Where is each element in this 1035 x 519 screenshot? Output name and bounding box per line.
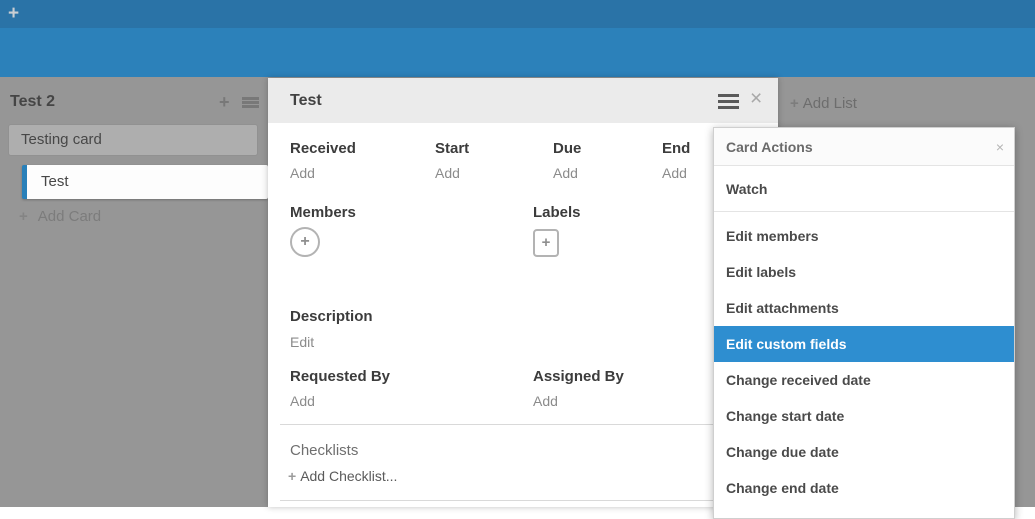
field-received: Received Add [290, 140, 356, 181]
field-label: End [662, 140, 690, 157]
add-checklist-label: Add Checklist... [300, 468, 397, 484]
menu-item-change-received-date[interactable]: Change received date [714, 362, 1014, 398]
field-end: End Add [662, 140, 690, 181]
field-add-link[interactable]: Add [553, 165, 581, 181]
menu-item-edit-attachments[interactable]: Edit attachments [714, 290, 1014, 326]
close-icon[interactable]: × [750, 87, 762, 111]
menu-item-change-start-date[interactable]: Change start date [714, 398, 1014, 434]
card-actions-popup: Card Actions × Watch Edit members Edit l… [713, 127, 1015, 519]
top-navigation-bar: + [0, 0, 1035, 28]
add-list-button[interactable]: +Add List [790, 95, 857, 112]
list-title: Test 2 [10, 93, 55, 111]
field-add-link[interactable]: Add [290, 165, 356, 181]
menu-item-edit-members[interactable]: Edit members [714, 218, 1014, 254]
list-add-card-icon[interactable]: + [219, 92, 230, 113]
field-start: Start Add [435, 140, 469, 181]
menu-item-change-due-date[interactable]: Change due date [714, 434, 1014, 470]
card-detail-panel: Test × Received Add Start Add Due Add En… [268, 78, 778, 507]
requested-by-label: Requested By [290, 368, 390, 385]
field-label: Due [553, 140, 581, 157]
popup-header: Card Actions × [714, 128, 1014, 166]
assigned-by-label: Assigned By [533, 368, 624, 385]
add-member-button[interactable]: + [290, 227, 320, 257]
popup-title: Card Actions [726, 128, 813, 166]
assigned-by-add-link[interactable]: Add [533, 393, 558, 409]
add-board-icon[interactable]: + [8, 3, 19, 25]
divider [280, 424, 768, 425]
add-card-label: Add Card [38, 208, 101, 225]
field-add-link[interactable]: Add [662, 165, 690, 181]
checklists-label: Checklists [290, 442, 358, 459]
menu-item-watch[interactable]: Watch [714, 166, 1014, 212]
field-label: Received [290, 140, 356, 157]
plus-icon: + [19, 208, 28, 225]
menu-item-list: Edit members Edit labels Edit attachment… [714, 212, 1014, 506]
add-checklist-button[interactable]: +Add Checklist... [288, 468, 397, 484]
board-header-bar [0, 28, 1035, 77]
card-detail-title: Test [290, 78, 322, 123]
close-icon[interactable]: × [996, 128, 1004, 166]
card-detail-header: Test × [268, 78, 778, 123]
card-title: Test [41, 173, 69, 190]
requested-by-add-link[interactable]: Add [290, 393, 315, 409]
field-due: Due Add [553, 140, 581, 181]
plus-icon: + [288, 468, 296, 484]
field-label: Start [435, 140, 469, 157]
menu-item-change-end-date[interactable]: Change end date [714, 470, 1014, 506]
list-menu-icon[interactable] [242, 97, 259, 108]
divider [280, 500, 768, 501]
members-label: Members [290, 204, 356, 221]
labels-label: Labels [533, 204, 581, 221]
field-add-link[interactable]: Add [435, 165, 469, 181]
card-actions-menu-icon[interactable] [718, 94, 739, 109]
card-test-open[interactable]: Test [22, 165, 268, 199]
description-edit-link[interactable]: Edit [290, 334, 314, 350]
plus-icon: + [790, 95, 799, 112]
menu-item-edit-labels[interactable]: Edit labels [714, 254, 1014, 290]
card-title: Testing card [21, 131, 102, 148]
add-list-label: Add List [803, 95, 857, 112]
description-label: Description [290, 308, 373, 325]
add-card-button[interactable]: + Add Card [19, 208, 101, 225]
menu-item-edit-custom-fields[interactable]: Edit custom fields [714, 326, 1014, 362]
card-testing-card[interactable]: Testing card [8, 124, 258, 156]
add-label-button[interactable]: + [533, 229, 559, 257]
